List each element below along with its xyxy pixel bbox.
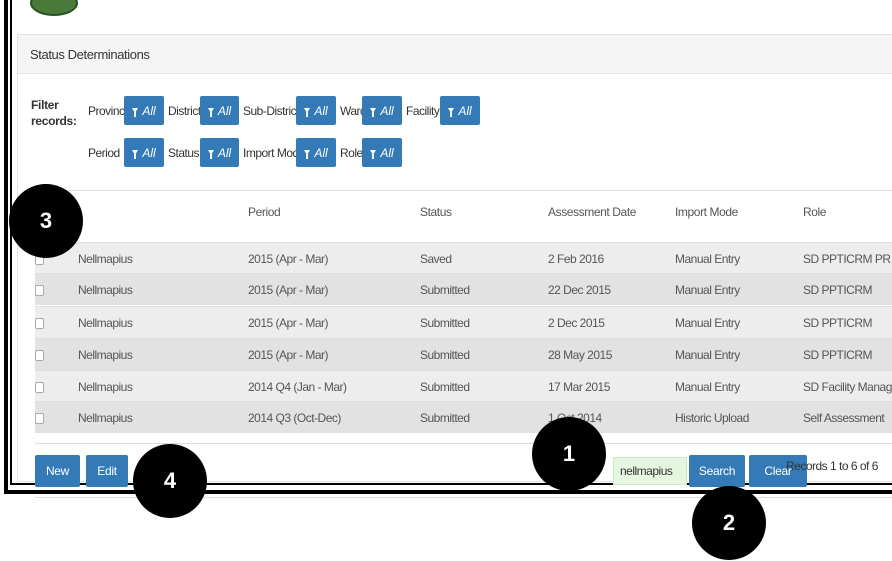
funnel-icon xyxy=(370,108,377,117)
cell-import-mode: Manual Entry xyxy=(675,252,740,266)
cell-role: SD Facility Manager xyxy=(803,380,892,394)
filter-role-label: Role xyxy=(340,146,363,160)
cell-status: Saved xyxy=(420,252,452,266)
cell-import-mode: Historic Upload xyxy=(675,411,749,425)
filter-facility-label: Facility xyxy=(406,104,440,118)
funnel-icon xyxy=(207,150,214,159)
row-checkbox[interactable] xyxy=(35,350,44,361)
filter-status-button[interactable]: All xyxy=(200,138,239,167)
filter-period-label: Period xyxy=(88,146,120,160)
records-count: Records 1 to 6 of 6 xyxy=(786,459,878,473)
callout-badge-3: 3 xyxy=(9,184,83,258)
funnel-icon xyxy=(448,108,455,117)
filter-ward-button[interactable]: All xyxy=(362,96,402,125)
cell-assessment-date: 2 Feb 2016 xyxy=(548,252,604,266)
callout-badge-4: 4 xyxy=(133,444,207,518)
cell-period: 2015 (Apr - Mar) xyxy=(248,283,329,297)
filter-sub-district-label: Sub-District xyxy=(243,104,300,118)
cell-import-mode: Manual Entry xyxy=(675,316,740,330)
cell-period: 2015 (Apr - Mar) xyxy=(248,252,329,266)
cell-assessment-date: 17 Mar 2015 xyxy=(548,380,610,394)
table-row[interactable]: Nellmapius 2015 (Apr - Mar) Submitted 22… xyxy=(35,273,892,305)
search-input[interactable] xyxy=(613,457,687,485)
callout-badge-1: 1 xyxy=(532,417,606,491)
cell-role: SD PPTICRM xyxy=(803,283,873,297)
column-header-status[interactable]: Status xyxy=(420,205,452,219)
cell-status: Submitted xyxy=(420,348,470,362)
row-checkbox[interactable] xyxy=(35,382,44,393)
callout-badge-2: 2 xyxy=(692,486,766,560)
filter-district-button[interactable]: All xyxy=(200,96,239,125)
cell-status: Submitted xyxy=(420,283,470,297)
cell-assessment-date: 22 Dec 2015 xyxy=(548,283,611,297)
panel-header: Status Determinations xyxy=(18,35,892,74)
column-header-import-mode[interactable]: Import Mode xyxy=(675,205,738,219)
table-row[interactable]: Nellmapius 2015 (Apr - Mar) Submitted 2 … xyxy=(35,306,892,338)
panel-title: Status Determinations xyxy=(30,47,150,62)
filter-import-mode-button[interactable]: All xyxy=(296,138,336,167)
filter-role-button[interactable]: All xyxy=(362,138,402,167)
cell-facility: Nellmapius xyxy=(78,316,133,330)
table-row[interactable]: Nellmapius 2015 (Apr - Mar) Saved 2 Feb … xyxy=(35,242,892,274)
funnel-icon xyxy=(132,108,139,117)
column-header-period[interactable]: Period xyxy=(248,205,281,219)
filter-period-button[interactable]: All xyxy=(124,138,164,167)
search-button[interactable]: Search xyxy=(689,455,745,487)
filter-facility-button[interactable]: All xyxy=(440,96,480,125)
cell-facility: Nellmapius xyxy=(78,411,133,425)
cell-period: 2015 (Apr - Mar) xyxy=(248,348,329,362)
row-checkbox[interactable] xyxy=(35,318,44,329)
funnel-icon xyxy=(207,108,214,117)
cell-role: SD PPTICRM xyxy=(803,316,873,330)
funnel-icon xyxy=(304,150,311,159)
filter-status-label: Status xyxy=(168,146,200,160)
cell-status: Submitted xyxy=(420,316,470,330)
cell-facility: Nellmapius xyxy=(78,283,133,297)
table-row[interactable]: Nellmapius 2014 Q3 (Oct-Dec) Submitted 1… xyxy=(35,401,892,433)
funnel-icon xyxy=(132,150,139,159)
cell-import-mode: Manual Entry xyxy=(675,380,740,394)
cell-facility: Nellmapius xyxy=(78,348,133,362)
cell-assessment-date: 2 Dec 2015 xyxy=(548,316,605,330)
cell-import-mode: Manual Entry xyxy=(675,283,740,297)
cell-period: 2014 Q3 (Oct-Dec) xyxy=(248,411,341,425)
edit-button[interactable]: Edit xyxy=(86,455,128,487)
cell-status: Submitted xyxy=(420,411,470,425)
cell-facility: Nellmapius xyxy=(78,252,133,266)
cell-period: 2015 (Apr - Mar) xyxy=(248,316,329,330)
cell-status: Submitted xyxy=(420,380,470,394)
filter-records-label: Filter records: xyxy=(31,98,77,128)
cell-assessment-date: 28 May 2015 xyxy=(548,348,612,362)
table-top-border xyxy=(35,190,892,191)
cell-facility: Nellmapius xyxy=(78,380,133,394)
filter-province-button[interactable]: All xyxy=(124,96,164,125)
column-header-assessment-date[interactable]: Assessment Date xyxy=(548,205,636,219)
row-checkbox[interactable] xyxy=(35,285,44,296)
cell-import-mode: Manual Entry xyxy=(675,348,740,362)
cell-role: SD PPTICRM xyxy=(803,348,873,362)
table-row[interactable]: Nellmapius 2015 (Apr - Mar) Submitted 28… xyxy=(35,338,892,370)
funnel-icon xyxy=(304,108,311,117)
cell-role: SD PPTICRM PR xyxy=(803,252,891,266)
funnel-icon xyxy=(370,150,377,159)
cell-role: Self Assessment xyxy=(803,411,885,425)
filter-sub-district-button[interactable]: All xyxy=(296,96,336,125)
new-button[interactable]: New xyxy=(35,455,80,487)
cell-period: 2014 Q4 (Jan - Mar) xyxy=(248,380,347,394)
column-header-role[interactable]: Role xyxy=(803,205,826,219)
table-row[interactable]: Nellmapius 2014 Q4 (Jan - Mar) Submitted… xyxy=(35,370,892,402)
filter-district-label: District xyxy=(168,104,201,118)
row-checkbox[interactable] xyxy=(35,413,44,424)
